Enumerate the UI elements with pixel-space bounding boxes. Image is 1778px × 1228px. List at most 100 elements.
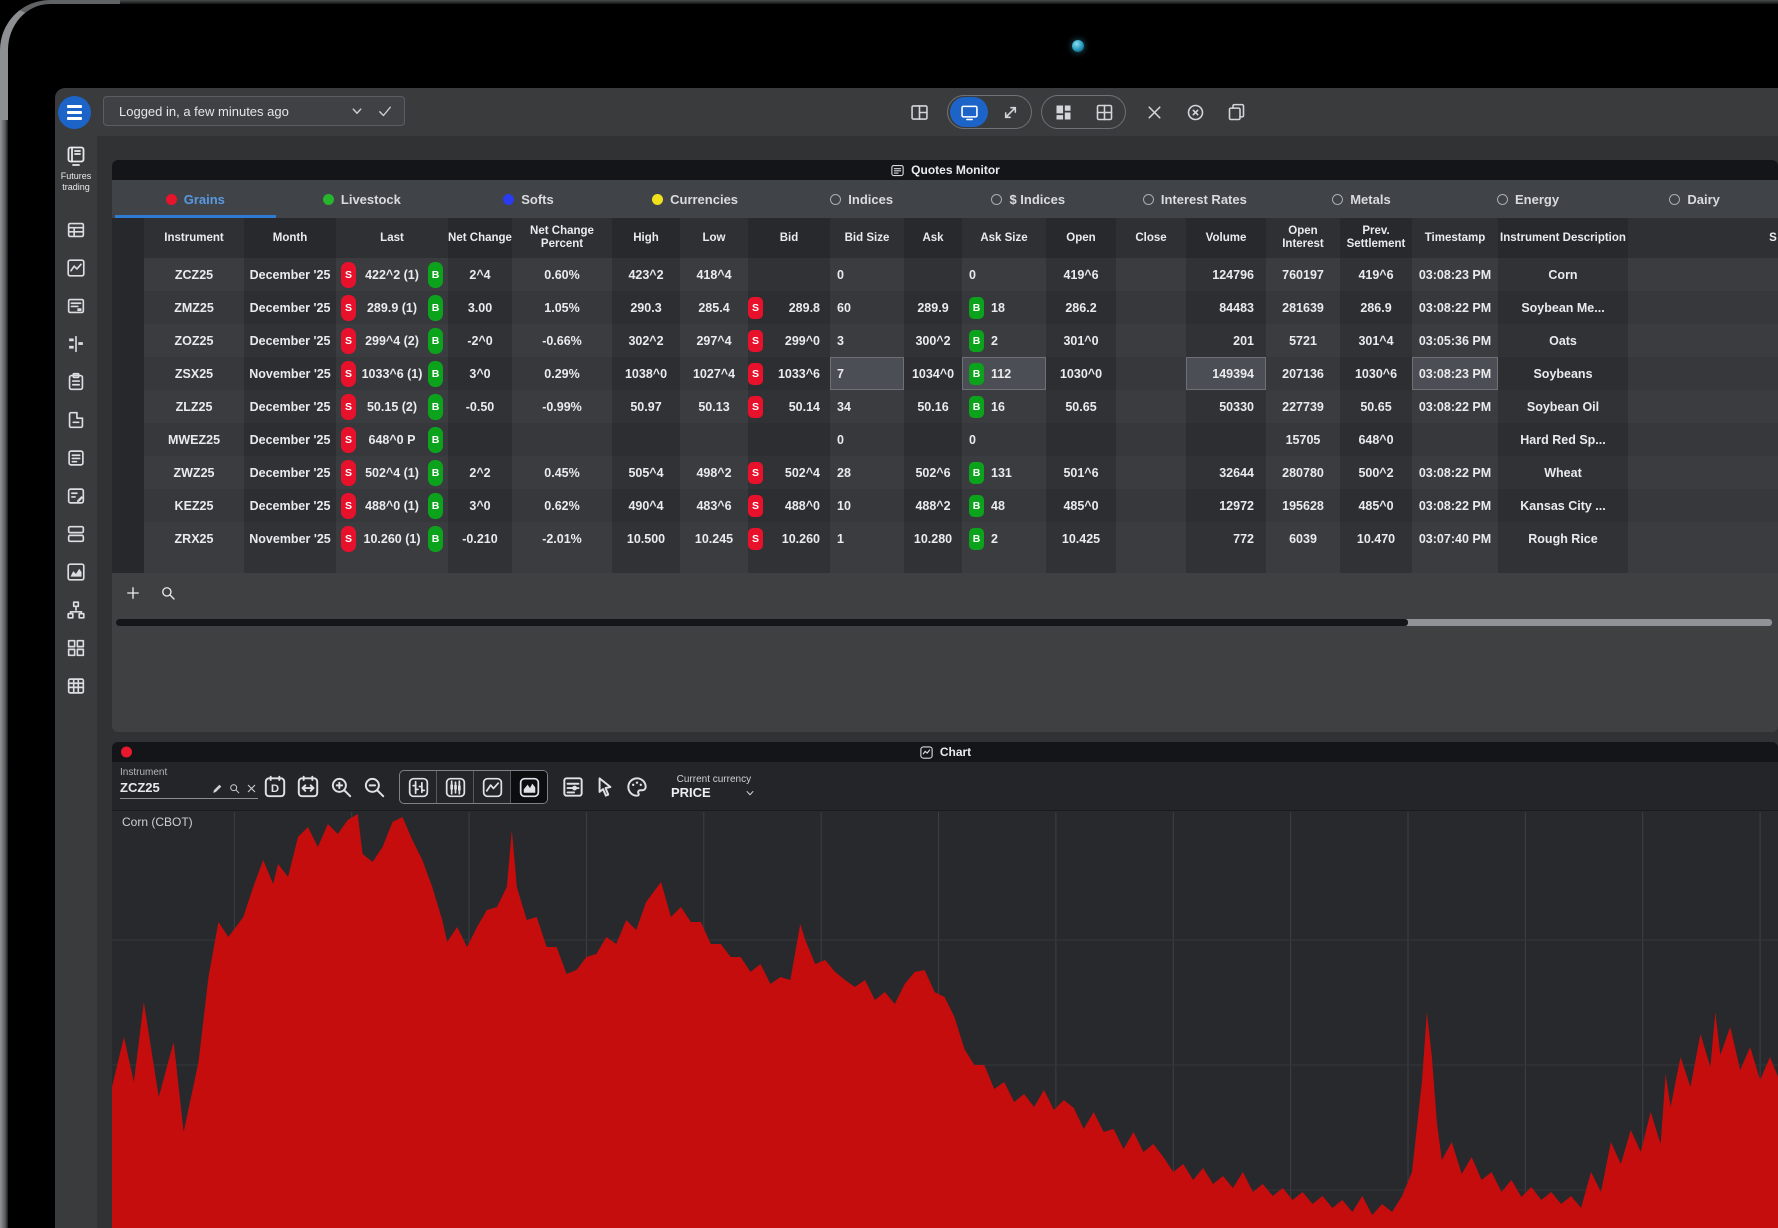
- chart-plot-area[interactable]: Corn (CBOT): [112, 812, 1778, 1228]
- cell-low[interactable]: 285.4: [680, 291, 748, 324]
- cell-bid[interactable]: S299^0: [748, 324, 830, 357]
- cell-close[interactable]: [1116, 456, 1186, 489]
- scrollbar-thumb[interactable]: [116, 619, 1408, 626]
- currency-selector[interactable]: Current currency PRICE: [671, 774, 757, 800]
- cell-open_interest[interactable]: 15705: [1266, 423, 1340, 456]
- chart-settings-icon[interactable]: [560, 774, 586, 800]
- tab-softs[interactable]: Softs: [445, 180, 612, 218]
- cell-bid[interactable]: S488^0: [748, 489, 830, 522]
- cell-net_change[interactable]: Net Change: [448, 218, 512, 258]
- palette-icon[interactable]: [624, 774, 650, 800]
- target-icon[interactable]: [1176, 97, 1214, 127]
- cell-handle[interactable]: [112, 218, 144, 258]
- sell-badge[interactable]: S: [748, 495, 763, 517]
- cell-high[interactable]: 10.500: [612, 522, 680, 555]
- linechart-icon[interactable]: [473, 771, 510, 803]
- sell-badge[interactable]: S: [748, 363, 763, 385]
- cell-description[interactable]: Soybean Me...: [1498, 291, 1628, 324]
- cell-timestamp[interactable]: Timestamp: [1412, 218, 1498, 258]
- cell-bid_size[interactable]: 60: [830, 291, 904, 324]
- cell-bid_size[interactable]: 0: [830, 423, 904, 456]
- cell-prev_settlement[interactable]: 485^0: [1340, 489, 1412, 522]
- cell-bid_size[interactable]: 28: [830, 456, 904, 489]
- cell-timestamp[interactable]: 03:05:36 PM: [1412, 324, 1498, 357]
- sell-badge[interactable]: S: [341, 328, 356, 354]
- cell-ask[interactable]: 300^2: [904, 324, 962, 357]
- sell-badge[interactable]: S: [341, 295, 356, 321]
- cell-open[interactable]: 10.425: [1046, 522, 1116, 555]
- candle-icon[interactable]: [436, 771, 473, 803]
- cell-description[interactable]: [1498, 555, 1628, 573]
- quote-row[interactable]: ZMZ25December '25S289.9 (1)B3.001.05%290…: [112, 291, 1778, 324]
- cell-high[interactable]: [612, 423, 680, 456]
- cell-overflow[interactable]: [1628, 456, 1778, 489]
- cell-prev_settlement[interactable]: Prev. Settlement: [1340, 218, 1412, 258]
- cell-timestamp[interactable]: [1412, 555, 1498, 573]
- cell-net_change_pct[interactable]: [512, 555, 612, 573]
- cell-month[interactable]: December '25: [244, 291, 336, 324]
- window-layout-icon[interactable]: [900, 97, 938, 127]
- cell-last[interactable]: S1033^6 (1)B: [336, 357, 448, 390]
- chevron-down-icon[interactable]: [348, 102, 366, 120]
- zoom-out-icon[interactable]: [361, 774, 387, 800]
- cell-overflow[interactable]: [1628, 324, 1778, 357]
- cell-month[interactable]: Month: [244, 218, 336, 258]
- cell-ask_size[interactable]: Ask Size: [962, 218, 1046, 258]
- cell-bid_size[interactable]: 1: [830, 522, 904, 555]
- cell-ask_size[interactable]: 0: [962, 258, 1046, 291]
- cell-close[interactable]: [1116, 357, 1186, 390]
- tab-energy[interactable]: Energy: [1445, 180, 1612, 218]
- areachart-icon[interactable]: [510, 771, 547, 803]
- sell-badge[interactable]: S: [341, 427, 356, 453]
- cell-instrument[interactable]: ZWZ25: [144, 456, 244, 489]
- cell-close[interactable]: [1116, 291, 1186, 324]
- cell-month[interactable]: December '25: [244, 324, 336, 357]
- cell-high[interactable]: 490^4: [612, 489, 680, 522]
- tab-grains[interactable]: Grains: [112, 180, 279, 218]
- pointer-icon[interactable]: [592, 774, 618, 800]
- cell-open[interactable]: Open: [1046, 218, 1116, 258]
- apps-grid-icon[interactable]: [65, 637, 87, 659]
- buy-badge[interactable]: B: [428, 328, 443, 354]
- cell-prev_settlement[interactable]: 301^4: [1340, 324, 1412, 357]
- cell-bid[interactable]: S1033^6: [748, 357, 830, 390]
- cell-high[interactable]: 50.97: [612, 390, 680, 423]
- cell-bid[interactable]: S10.260: [748, 522, 830, 555]
- cell-instrument[interactable]: MWEZ25: [144, 423, 244, 456]
- sell-badge[interactable]: S: [748, 396, 763, 418]
- cell-last[interactable]: S10.260 (1)B: [336, 522, 448, 555]
- export-doc-icon[interactable]: [65, 409, 87, 431]
- cell-close[interactable]: [1116, 489, 1186, 522]
- sell-badge[interactable]: S: [341, 493, 356, 519]
- grid-icon[interactable]: [1085, 97, 1123, 127]
- cell-prev_settlement[interactable]: 286.9: [1340, 291, 1412, 324]
- cell-month[interactable]: November '25: [244, 357, 336, 390]
- cell-ask[interactable]: 10.280: [904, 522, 962, 555]
- cell-ask[interactable]: 502^6: [904, 456, 962, 489]
- cell-open_interest[interactable]: [1266, 555, 1340, 573]
- cell-bid[interactable]: Bid: [748, 218, 830, 258]
- cell-net_change[interactable]: [448, 423, 512, 456]
- search-icon[interactable]: [159, 584, 177, 602]
- cell-handle[interactable]: [112, 291, 144, 324]
- cell-description[interactable]: Soybean Oil: [1498, 390, 1628, 423]
- cell-low[interactable]: 10.245: [680, 522, 748, 555]
- cell-net_change_pct[interactable]: 0.62%: [512, 489, 612, 522]
- cell-ask_size[interactable]: B18: [962, 291, 1046, 324]
- cell-timestamp[interactable]: 03:08:22 PM: [1412, 291, 1498, 324]
- sell-badge[interactable]: S: [341, 361, 356, 387]
- cell-bid[interactable]: S502^4: [748, 456, 830, 489]
- cell-open[interactable]: 286.2: [1046, 291, 1116, 324]
- cell-low[interactable]: Low: [680, 218, 748, 258]
- hierarchy-icon[interactable]: [65, 599, 87, 621]
- sell-badge[interactable]: S: [748, 528, 763, 550]
- cell-low[interactable]: 418^4: [680, 258, 748, 291]
- cell-handle[interactable]: [112, 456, 144, 489]
- cell-net_change[interactable]: 2^4: [448, 258, 512, 291]
- market-depth-icon[interactable]: [65, 333, 87, 355]
- cell-last[interactable]: S488^0 (1)B: [336, 489, 448, 522]
- tab-livestock[interactable]: Livestock: [279, 180, 446, 218]
- cell-bid[interactable]: [748, 258, 830, 291]
- cell-bid[interactable]: S50.14: [748, 390, 830, 423]
- buy-badge[interactable]: B: [428, 526, 443, 552]
